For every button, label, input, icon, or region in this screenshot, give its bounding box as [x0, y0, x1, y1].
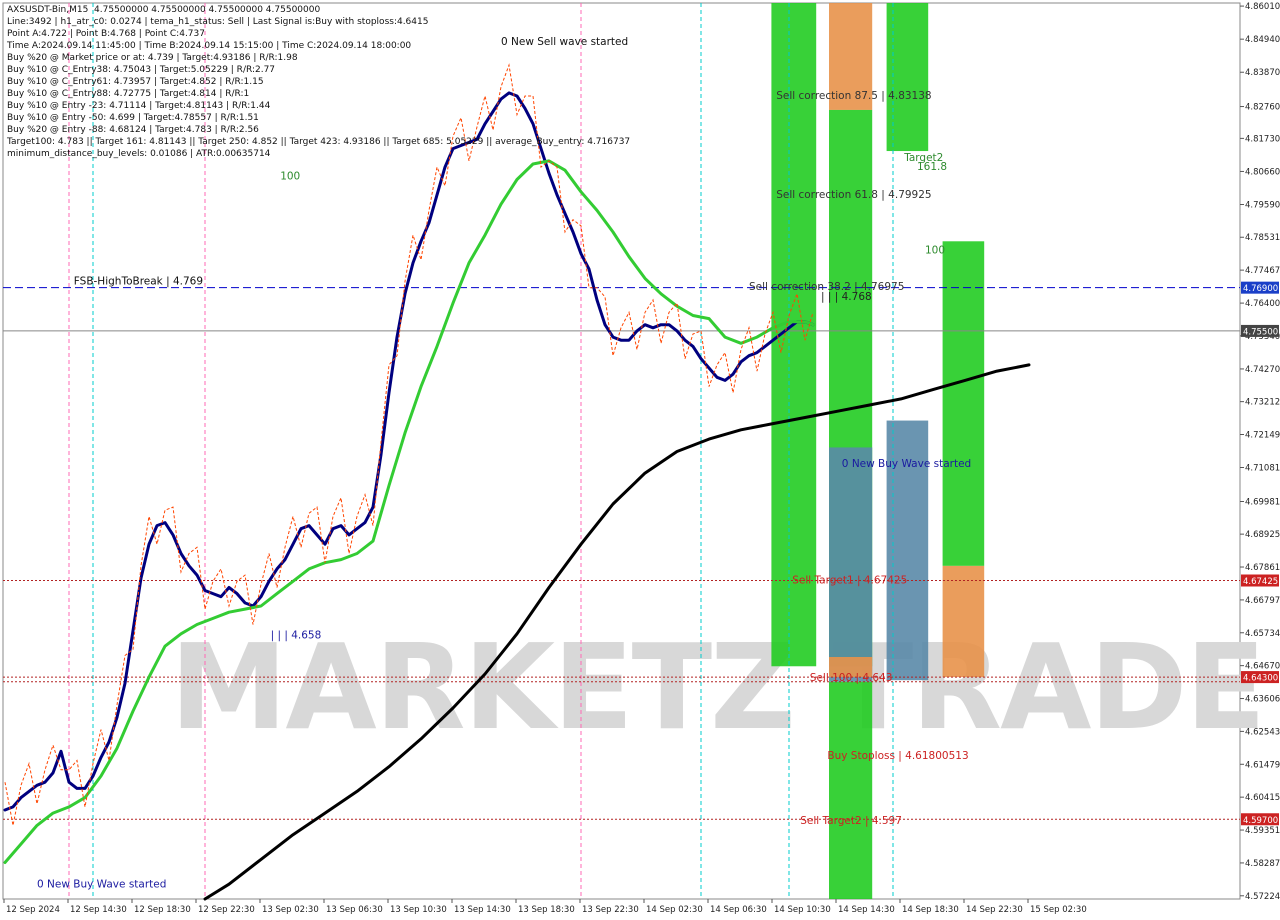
chart-annotation: FSB-HighToBreak | 4.769	[74, 276, 203, 288]
chart-annotation: Buy Stoploss | 4.61800513	[827, 750, 968, 762]
chart-annotation: | | | 4.768	[821, 291, 872, 303]
y-tick-label: 4.81730	[1245, 134, 1280, 144]
x-tick-label: 13 Sep 10:30	[390, 905, 447, 915]
y-tick-label: 4.73212	[1245, 398, 1280, 408]
chart-annotation: | | | 4.658	[271, 629, 322, 641]
x-tick-label: 14 Sep 18:30	[902, 905, 959, 915]
y-tick-label: 4.78531	[1245, 233, 1280, 243]
x-tick-label: 14 Sep 10:30	[774, 905, 831, 915]
axis-value-label: 4.67425	[1243, 577, 1278, 587]
info-line: Buy %10 @ C_Entry61: 4.73957 | Target:4.…	[7, 77, 264, 87]
y-tick-label: 4.72149	[1245, 430, 1280, 440]
chart-annotation: 0 New Buy Wave started	[37, 878, 166, 890]
y-tick-label: 4.76400	[1245, 299, 1280, 309]
info-line: minimum_distance_buy_levels: 0.01086 | A…	[7, 149, 271, 159]
y-tick-label: 4.66797	[1245, 596, 1280, 606]
info-line: AXSUSDT-Bin,M15 4.75500000 4.75500000 4.…	[7, 5, 321, 15]
info-line: Buy %10 @ C_Entry38: 4.75043 | Target:5.…	[7, 65, 276, 75]
y-tick-label: 4.80660	[1245, 167, 1280, 177]
info-line: Buy %10 @ C_Entry88: 4.72775 | Target:4.…	[7, 89, 250, 99]
chart-annotation: 100	[925, 245, 945, 257]
y-tick-label: 4.71081	[1245, 464, 1280, 474]
chart-annotation: Sell Target2 | 4.597	[800, 815, 902, 827]
y-tick-label: 4.68925	[1245, 530, 1280, 540]
y-tick-label: 4.67861	[1245, 563, 1280, 573]
info-line: Point A:4.722 | Point B:4.768 | Point C:…	[7, 29, 205, 39]
chart-annotation: 0 New Buy Wave started	[842, 458, 971, 470]
info-panel: AXSUSDT-Bin,M15 4.75500000 4.75500000 4.…	[7, 4, 630, 160]
x-tick-label: 14 Sep 22:30	[966, 905, 1023, 915]
info-line: Target100: 4.783 || Target 161: 4.81143 …	[7, 137, 631, 147]
y-tick-label: 4.65734	[1245, 629, 1280, 639]
signal-zone	[942, 565, 985, 678]
chart-annotation: Sell Target1 | 4.67425	[792, 575, 907, 587]
signal-zone	[942, 241, 985, 566]
x-tick-label: 12 Sep 18:30	[134, 905, 191, 915]
x-tick-label: 14 Sep 02:30	[646, 905, 703, 915]
signal-zone	[829, 447, 873, 682]
x-tick-label: 13 Sep 22:30	[582, 905, 639, 915]
axis-value-label: 4.64300	[1243, 674, 1278, 684]
watermark-text: MARKETZ TRADE	[170, 618, 1264, 756]
y-tick-label: 4.63606	[1245, 695, 1280, 705]
y-tick-label: 4.86010	[1245, 2, 1280, 12]
x-tick-label: 13 Sep 02:30	[262, 905, 319, 915]
y-tick-label: 4.57224	[1245, 892, 1280, 902]
y-tick-label: 4.77467	[1245, 266, 1280, 276]
y-tick-label: 4.62543	[1245, 727, 1280, 737]
chart-window: MARKETZ TRADE 0 New Sell wave started Sell…	[0, 0, 1280, 920]
x-tick-label: 13 Sep 06:30	[326, 905, 383, 915]
x-tick-label: 15 Sep 02:30	[1030, 905, 1087, 915]
y-tick-label: 4.84940	[1245, 35, 1280, 45]
info-line: Buy %20 @ Market price or at: 4.739 | Ta…	[7, 53, 298, 63]
y-tick-label: 4.59351	[1245, 826, 1280, 836]
chart-annotation: 100	[280, 170, 300, 182]
axis-value-label: 4.59700	[1243, 816, 1278, 826]
info-line: Buy %10 @ Entry -50: 4.699 | Target:4.78…	[7, 113, 259, 123]
y-tick-label: 4.60415	[1245, 793, 1280, 803]
x-tick-label: 14 Sep 06:30	[710, 905, 767, 915]
y-tick-label: 4.61479	[1245, 760, 1280, 770]
chart-annotation: Sell correction 87.5 | 4.83138	[776, 90, 931, 102]
y-tick-label: 4.64670	[1245, 662, 1280, 672]
y-tick-label: 4.79590	[1245, 201, 1280, 211]
chart-annotation: 161.8	[917, 161, 947, 173]
x-tick-label: 14 Sep 14:30	[838, 905, 895, 915]
y-tick-label: 4.74270	[1245, 365, 1280, 375]
axis-value-label: 4.75500	[1243, 327, 1278, 337]
y-tick-label: 4.82760	[1245, 103, 1280, 113]
x-tick-label: 12 Sep 14:30	[70, 905, 127, 915]
y-tick-label: 4.83870	[1245, 68, 1280, 78]
chart-annotation: Sell correction 61.8 | 4.79925	[776, 189, 931, 201]
y-tick-label: 4.58287	[1245, 859, 1280, 869]
info-line: Buy %10 @ Entry -23: 4.71114 | Target:4.…	[7, 101, 271, 111]
info-line: Line:3492 | h1_atr_c0: 0.0274 | tema_h1_…	[7, 17, 429, 27]
chart-annotation: Sell 100 | 4.643	[810, 672, 893, 684]
info-line: Time A:2024.09.14 11:45:00 | Time B:2024…	[7, 41, 412, 51]
x-tick-label: 13 Sep 18:30	[518, 905, 575, 915]
x-tick-label: 12 Sep 22:30	[198, 905, 255, 915]
signal-zone	[829, 681, 873, 899]
x-tick-label: 12 Sep 2024	[6, 905, 60, 915]
x-tick-label: 13 Sep 14:30	[454, 905, 511, 915]
axis-value-label: 4.76900	[1243, 284, 1278, 294]
info-line: Buy %20 @ Entry -88: 4.68124 | Target:4.…	[7, 125, 259, 135]
y-tick-label: 4.69981	[1245, 498, 1280, 508]
